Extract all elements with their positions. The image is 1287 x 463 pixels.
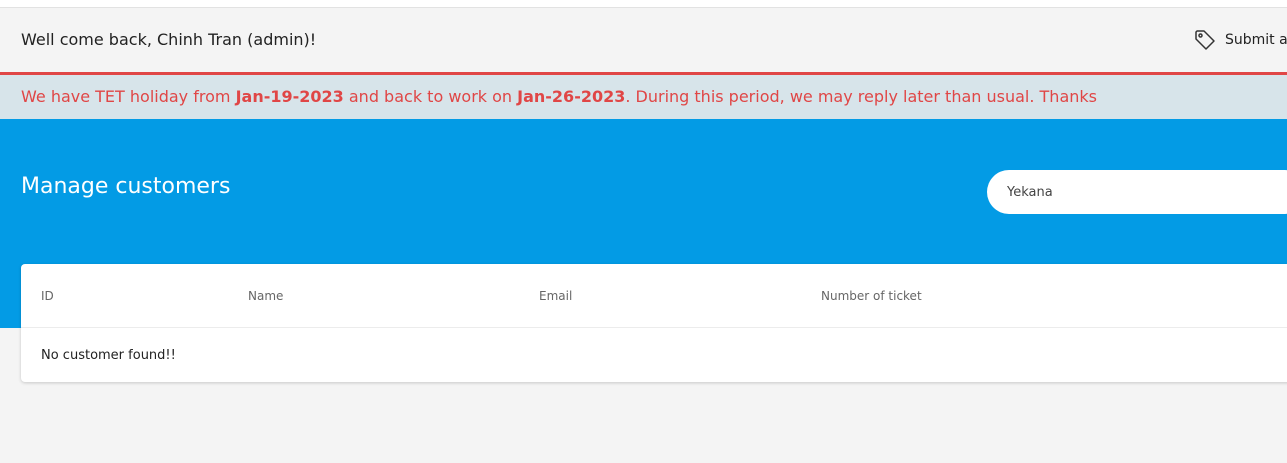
header-bar: Well come back, Chinh Tran (admin)! Subm… — [0, 8, 1287, 73]
notice-end-date: Jan-26-2023 — [517, 87, 626, 106]
submit-ticket-button[interactable]: Submit a — [1193, 28, 1287, 52]
submit-ticket-label: Submit a — [1225, 32, 1287, 48]
notice-text-2: and back to work on — [343, 87, 518, 106]
holiday-notice: We have TET holiday from Jan-19-2023 and… — [0, 75, 1287, 119]
welcome-message: Well come back, Chinh Tran (admin)! — [21, 30, 317, 49]
column-header-tickets[interactable]: Number of ticket — [821, 289, 922, 303]
empty-state-message: No customer found!! — [41, 348, 176, 363]
notice-text-1: We have TET holiday from — [21, 87, 236, 106]
page-title: Manage customers — [21, 174, 231, 199]
top-border — [0, 0, 1287, 8]
column-header-name[interactable]: Name — [248, 289, 283, 303]
notice-text-3: . During this period, we may reply later… — [625, 87, 1097, 106]
column-header-email[interactable]: Email — [539, 289, 572, 303]
tag-icon — [1193, 28, 1217, 52]
table-header: ID Name Email Number of ticket — [21, 264, 1287, 328]
search-input[interactable] — [987, 170, 1287, 214]
customers-table: ID Name Email Number of ticket No custom… — [21, 264, 1287, 382]
column-header-id[interactable]: ID — [41, 289, 54, 303]
notice-start-date: Jan-19-2023 — [235, 87, 344, 106]
